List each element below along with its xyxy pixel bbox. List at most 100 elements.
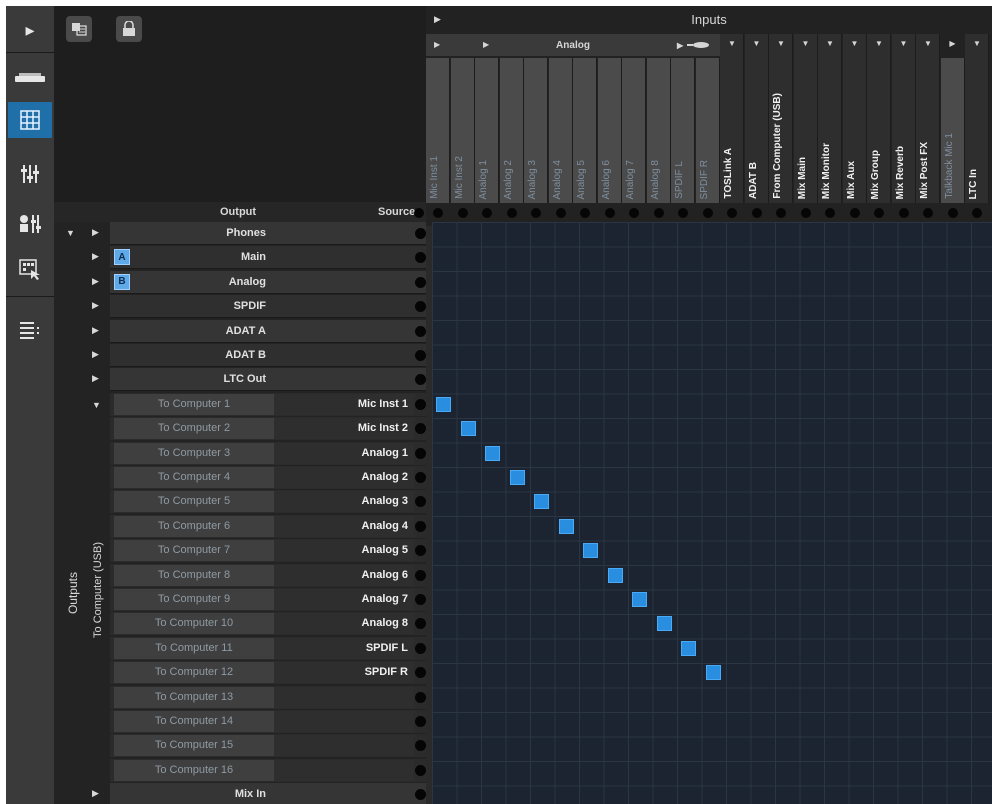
input-column-header[interactable]: Analog 4 <box>548 58 573 203</box>
output-channel-row[interactable]: To Computer 13 <box>110 685 426 709</box>
routing-cell-active[interactable] <box>460 421 476 437</box>
routing-cell-active[interactable] <box>656 616 672 632</box>
column-dropdown-icon[interactable]: ▼ <box>769 39 793 48</box>
expand-group-icon[interactable]: ▶ <box>92 788 99 799</box>
input-column-header[interactable]: Analog 6 <box>597 58 622 203</box>
expand-group-icon[interactable]: ▶ <box>92 300 99 311</box>
input-column-header[interactable]: TOSLink A <box>720 34 744 203</box>
bus-badge[interactable]: B <box>114 273 130 290</box>
input-column-header[interactable]: Mix Monitor <box>818 34 842 203</box>
routing-cell-active[interactable] <box>705 665 721 681</box>
routing-cell-active[interactable] <box>534 494 549 510</box>
lock-icon[interactable] <box>116 16 142 42</box>
column-dropdown-icon[interactable]: ▼ <box>916 39 940 48</box>
collapse-to-computer-icon[interactable]: ▼ <box>92 400 101 410</box>
output-group-row[interactable]: ▶ LTC Out <box>92 368 426 392</box>
routing-cell-active[interactable] <box>583 543 598 559</box>
expand-group-icon[interactable]: ▶ <box>92 227 99 238</box>
output-channel-row[interactable]: To Computer 3 Analog 1 <box>110 441 426 465</box>
window-layout-icon[interactable] <box>66 16 92 42</box>
input-column-header[interactable]: SPDIF L <box>671 58 695 203</box>
expand-mic-inst-icon[interactable]: ▶ <box>434 40 440 49</box>
input-column-header[interactable]: Mix Group <box>867 34 891 203</box>
collapse-outputs-icon[interactable]: ▼ <box>66 228 75 238</box>
input-column-header[interactable]: LTC In <box>965 34 989 203</box>
input-column-header[interactable]: Analog 7 <box>622 58 646 203</box>
bus-badge[interactable]: A <box>114 249 130 266</box>
output-group-row[interactable]: ▶ Mix In <box>92 783 426 804</box>
column-dropdown-icon[interactable]: ▼ <box>818 39 842 48</box>
output-channel-row[interactable]: To Computer 1 Mic Inst 1 <box>110 392 426 416</box>
output-channel-row[interactable]: To Computer 4 Analog 2 <box>110 466 426 489</box>
routing-cell-active[interactable] <box>436 396 451 412</box>
input-column-header[interactable]: Analog 1 <box>475 58 499 203</box>
column-dropdown-icon[interactable]: ▼ <box>720 39 744 48</box>
output-group-row[interactable]: ▶ A Main <box>92 246 426 270</box>
output-channel-row[interactable]: To Computer 11 SPDIF L <box>110 636 426 660</box>
input-column-header[interactable]: Analog 8 <box>646 58 671 203</box>
mixer-settings-icon[interactable] <box>8 206 52 242</box>
input-column-header[interactable]: Mic Inst 1 <box>426 58 450 203</box>
input-column-header[interactable]: From Computer (USB) <box>769 34 793 203</box>
output-group-row[interactable]: ▶ ADAT B <box>92 344 426 367</box>
input-column-header[interactable]: Analog 5 <box>573 58 597 203</box>
output-channel-row[interactable]: To Computer 9 Analog 7 <box>110 588 426 611</box>
mixer-faders-icon[interactable] <box>8 156 52 192</box>
column-dropdown-icon[interactable]: ▼ <box>745 39 769 48</box>
output-channel-row[interactable]: To Computer 7 Analog 5 <box>110 539 426 563</box>
input-column-header[interactable]: Mix Main <box>793 34 818 203</box>
input-column-header[interactable]: SPDIF R <box>695 58 720 203</box>
output-channel-row[interactable]: To Computer 15 <box>110 734 426 758</box>
routing-grid-icon[interactable] <box>8 102 52 138</box>
column-dropdown-icon[interactable]: ▼ <box>892 39 916 48</box>
routing-cell-active[interactable] <box>607 567 623 583</box>
output-group-row[interactable]: ▶ Phones <box>92 222 426 245</box>
routing-cell-active[interactable] <box>485 445 500 461</box>
output-channel-row[interactable]: To Computer 16 <box>110 758 426 782</box>
channel-name: To Computer 14 <box>114 711 274 732</box>
routing-matrix[interactable] <box>432 222 992 804</box>
output-channel-row[interactable]: To Computer 6 Analog 4 <box>110 514 426 538</box>
routing-cell-active[interactable] <box>558 518 574 534</box>
input-column-header[interactable]: Talkback Mic 1 <box>940 58 965 203</box>
spdif-arrow-icon[interactable]: ▶ <box>677 41 683 50</box>
output-group-row[interactable]: ▶ SPDIF <box>92 295 426 319</box>
list-menu-icon[interactable] <box>8 312 52 348</box>
input-column-header[interactable]: Mix Aux <box>842 34 867 203</box>
expand-group-icon[interactable]: ▶ <box>92 325 99 336</box>
input-column-dot <box>702 208 713 218</box>
column-dropdown-icon[interactable]: ▶ <box>941 39 965 48</box>
output-channel-row[interactable]: To Computer 2 Mic Inst 2 <box>110 417 426 441</box>
expand-group-icon[interactable]: ▶ <box>92 373 99 384</box>
output-channel-row[interactable]: To Computer 5 Analog 3 <box>110 490 426 514</box>
routing-cell-active[interactable] <box>681 640 696 656</box>
output-group-row[interactable]: ▶ B Analog <box>92 270 426 294</box>
input-column-header[interactable]: Mix Post FX <box>916 34 940 203</box>
column-dropdown-icon[interactable]: ▼ <box>867 39 891 48</box>
expand-group-icon[interactable]: ▶ <box>92 349 99 360</box>
column-dropdown-icon[interactable]: ▼ <box>794 39 818 48</box>
output-channel-row[interactable]: To Computer 14 <box>110 710 426 733</box>
output-channel-row[interactable]: To Computer 8 Analog 6 <box>110 563 426 587</box>
column-dropdown-icon[interactable]: ▼ <box>965 39 989 48</box>
input-column-header[interactable]: ADAT B <box>744 34 769 203</box>
output-group-row[interactable]: ▶ ADAT A <box>92 319 426 343</box>
routing-cell-active[interactable] <box>632 592 647 607</box>
device-icon[interactable] <box>8 60 52 96</box>
input-column-header[interactable]: Analog 2 <box>499 58 524 203</box>
column-dropdown-icon[interactable]: ▼ <box>843 39 867 48</box>
play-arrow-icon[interactable]: ▸ <box>8 12 52 48</box>
group-spdif[interactable]: ▶ <box>671 34 727 56</box>
input-column-dot <box>825 208 835 218</box>
input-column-header[interactable]: Analog 3 <box>524 58 548 203</box>
expand-group-icon[interactable]: ▶ <box>92 276 99 287</box>
input-column-header[interactable]: Mic Inst 2 <box>450 58 475 203</box>
output-channel-row[interactable]: To Computer 12 SPDIF R <box>110 661 426 685</box>
touch-panel-icon[interactable] <box>8 252 52 288</box>
expand-group-icon[interactable]: ▶ <box>92 251 99 262</box>
routing-cell-active[interactable] <box>509 470 525 485</box>
expand-analog-icon[interactable]: ▶ <box>483 40 489 49</box>
input-column-header[interactable]: Mix Reverb <box>891 34 916 203</box>
output-channel-row[interactable]: To Computer 10 Analog 8 <box>110 612 426 636</box>
group-analog[interactable]: Analog <box>475 34 672 56</box>
